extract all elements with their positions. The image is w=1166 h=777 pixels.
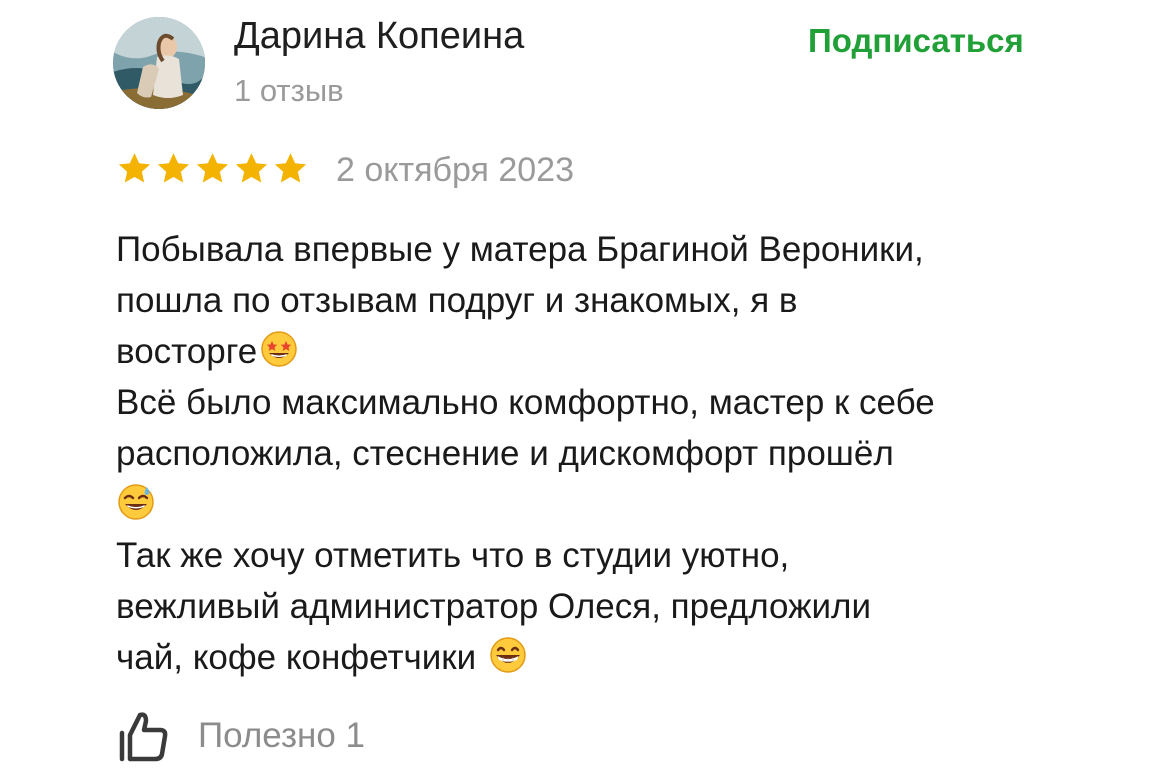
review-line: пошла по отзывам подруг и знакомых, я в (116, 281, 798, 320)
review-date: 2 октября 2023 (336, 151, 574, 189)
helpful-count: 1 (345, 716, 366, 755)
sweat-smile-emoji-icon (118, 484, 154, 520)
star-icon (157, 153, 190, 183)
thumbs-up-icon (119, 712, 168, 762)
review-line: Всё было максимально комфортно, мастер к… (116, 383, 935, 422)
review-card: Дарина Копеина 1 отзыв Подписаться 2 окт… (0, 0, 1166, 777)
helpful-label: Полезно 1 (198, 716, 366, 755)
review-line: Побывала впервые у матера Брагиной Верон… (116, 230, 924, 269)
star-icon (235, 153, 268, 183)
subscribe-button[interactable]: Подписаться (808, 21, 1024, 61)
review-line: чай, кофе конфетчики (116, 632, 1056, 683)
avatar-photo (113, 17, 205, 109)
avatar[interactable] (113, 17, 205, 109)
review-line: вежливый администратор Олеся, предложили (116, 587, 872, 626)
author-name[interactable]: Дарина Копеина (234, 14, 524, 58)
star-icon (196, 153, 229, 183)
star-icon (118, 153, 151, 183)
review-text: Побывала впервые у матера Брагиной Верон… (116, 224, 1056, 683)
star-icon (274, 153, 307, 183)
review-line: Так же хочу отметить что в студии уютно, (116, 536, 790, 575)
review-line: расположила, стеснение и дискомфорт прош… (116, 434, 894, 473)
review-line: восторге (116, 326, 1056, 377)
review-line (116, 479, 1056, 530)
grin-emoji-icon (490, 637, 526, 673)
rating-stars (116, 150, 309, 188)
helpful-button[interactable]: Полезно 1 (118, 708, 365, 764)
star-struck-emoji-icon (261, 331, 297, 367)
author-reviews-count: 1 отзыв (234, 73, 344, 108)
